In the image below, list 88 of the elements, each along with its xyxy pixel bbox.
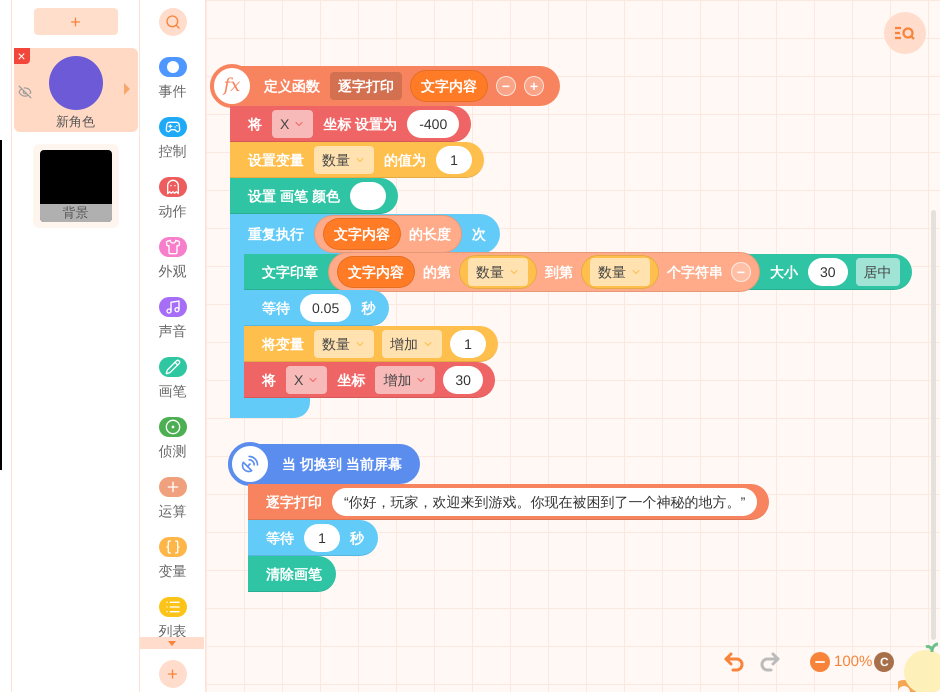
value-field[interactable]: “你好，玩家，欢迎来到游戏。你现在被困到了一个神秘的地方。” [332, 488, 758, 516]
category-item[interactable]: 画笔 [158, 357, 186, 417]
block-label: 文字印章 [261, 262, 319, 282]
block-label: 坐标 [336, 370, 366, 390]
code-block[interactable]: 将变量 数量 增加 1 [244, 326, 498, 362]
block-label: 当 切换到 当前屏幕 [281, 455, 403, 474]
block-label: 等待 [261, 298, 291, 318]
block-label: 文字内容 [420, 77, 478, 96]
search-button[interactable] [158, 8, 186, 36]
code-block[interactable]: 将 X 坐标 增加 30 [244, 362, 495, 398]
delete-button[interactable]: × [14, 48, 30, 64]
hidden-eye-icon[interactable] [18, 85, 32, 99]
block-label: 的第 [422, 262, 452, 282]
reporter-block[interactable]: 文字内容 的第 数量 到第 数量 个字符串 − [328, 252, 760, 292]
dropdown[interactable]: X [272, 110, 314, 138]
block-label: 大小 [769, 262, 800, 282]
block-label: 秒 [348, 528, 366, 548]
category-item[interactable]: 控制 [158, 117, 186, 177]
category-item[interactable]: 声音 [158, 297, 186, 357]
sprite-name: 新角色 [56, 113, 95, 131]
backdrop-name: 背景 [40, 204, 112, 222]
backdrop-card[interactable]: 背景 [32, 144, 118, 228]
category-item[interactable]: 外观 [158, 237, 186, 297]
caret-right-icon[interactable] [124, 83, 130, 95]
code-block[interactable]: 设置变量 数量 的值为 1 [230, 142, 484, 178]
block-label: 逐字打印 [265, 492, 323, 512]
block-label: 将 [246, 114, 263, 134]
undo-icon[interactable] [722, 650, 746, 674]
zoom-out-button[interactable] [810, 652, 830, 672]
list-search-icon [894, 26, 916, 40]
dropdown[interactable]: 数量 [590, 258, 650, 286]
search-blocks-button[interactable] [884, 12, 926, 54]
search-icon [164, 14, 180, 30]
block-label: 等待 [265, 528, 295, 548]
category-item[interactable]: 动作 [158, 177, 186, 237]
value-field[interactable]: 30 [808, 258, 848, 286]
dropdown[interactable]: 数量 [314, 330, 374, 358]
hat-block[interactable]: fx 定义函数 逐字打印 文字内容 − + [210, 66, 560, 106]
color-field[interactable] [350, 182, 386, 210]
block-label: 将变量 [260, 334, 305, 354]
code-block[interactable]: 将 X 坐标 设置为 -400 [230, 106, 472, 142]
block-label: 的值为 [383, 150, 427, 170]
block-label: 的长度 [408, 225, 452, 244]
block-label: 重复执行 [247, 225, 305, 244]
block-label: 设置 画笔 颜色 [246, 186, 341, 206]
code-block[interactable]: 文字印章 文字内容 的第 数量 到第 数量 个字符串 − 大小 30 居中 [244, 254, 912, 290]
dropdown[interactable]: 数量 [468, 258, 528, 286]
value-field[interactable]: 1 [450, 330, 486, 358]
category-item[interactable]: 事件 [158, 57, 186, 117]
caret-down-icon [168, 640, 176, 646]
sprite-card[interactable]: × 新角色 [14, 48, 138, 132]
block-label: 坐标 设置为 [322, 114, 398, 134]
dropdown[interactable]: 居中 [856, 258, 900, 286]
block-label: 清除画笔 [265, 564, 323, 584]
value-field[interactable]: -400 [407, 110, 460, 138]
block-label: 秒 [360, 298, 377, 318]
block-label: 文字内容 [347, 262, 405, 282]
reporter-block[interactable]: 数量 [459, 254, 537, 288]
c-badge[interactable]: C [874, 652, 894, 672]
block-label: 到第 [544, 262, 574, 282]
code-block[interactable]: 等待 1 秒 [248, 520, 378, 556]
block-label: 个字符串 [666, 262, 724, 282]
zoom-level: 100% [834, 652, 872, 672]
value-field[interactable]: 0.05 [300, 294, 352, 322]
block-label: 次 [471, 225, 487, 244]
code-block[interactable]: 逐字打印 “你好，玩家，欢迎来到游戏。你现在被困到了一个神秘的地方。” [248, 484, 770, 520]
redo-icon[interactable] [758, 650, 782, 674]
dropdown[interactable]: 数量 [314, 146, 374, 174]
block-label: 文字内容 [333, 225, 391, 244]
function-name-field[interactable]: 逐字打印 [330, 72, 402, 100]
sprite-thumbnail [48, 56, 102, 110]
category-item[interactable]: 变量 [158, 537, 186, 597]
block-label: 设置变量 [246, 150, 305, 170]
value-field[interactable]: 1 [436, 146, 472, 174]
dropdown[interactable]: 增加 [382, 330, 442, 358]
block-label: 定义函数 [262, 77, 321, 96]
value-field[interactable]: 30 [443, 366, 483, 394]
category-item[interactable]: 侦测 [158, 417, 186, 477]
category-item[interactable]: 运算 [158, 477, 186, 537]
scroll-down-strip[interactable] [140, 637, 204, 649]
dropdown[interactable]: X [286, 366, 328, 394]
block-label: 将 [260, 370, 277, 390]
mascot-drawing[interactable] [898, 640, 940, 692]
value-field[interactable]: 1 [304, 524, 340, 552]
dropdown[interactable]: 增加 [375, 366, 436, 394]
code-block[interactable]: 等待 0.05 秒 [244, 290, 390, 326]
reporter-block[interactable]: 数量 [581, 254, 659, 288]
hat-block[interactable]: 当 切换到 当前屏幕 [228, 444, 420, 484]
